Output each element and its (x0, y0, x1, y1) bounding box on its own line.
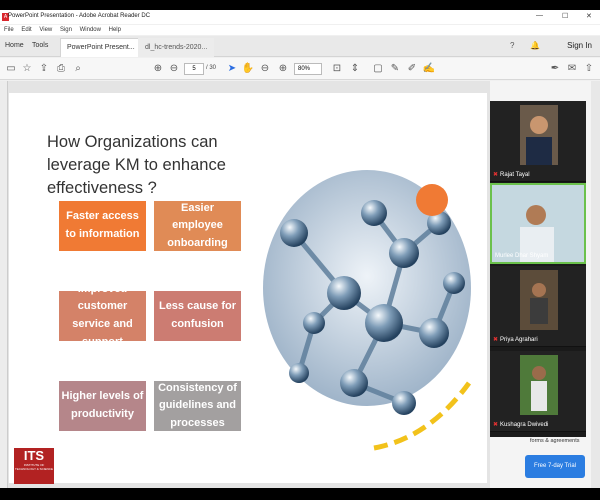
page-total: / 30 (206, 65, 217, 71)
benefit-box-6: Consistency of guidelines and processes (154, 381, 241, 431)
create-pdf-icon[interactable]: ▭ (4, 62, 18, 76)
participant-video (520, 270, 558, 330)
draw-icon[interactable]: ✐ (405, 62, 419, 76)
scroll-mode-icon[interactable]: ⇕ (348, 62, 362, 76)
zoom-level-select[interactable]: 80% (294, 63, 322, 75)
benefit-box-1: Faster access to information (59, 201, 146, 251)
institute-logo: ITS INSTITUTE OF TECHNOLOGY & SCIENCE (14, 448, 54, 484)
slide-page: How Organizations can leverage KM to enh… (9, 93, 487, 484)
bookmark-star-icon[interactable]: ☆ (20, 62, 34, 76)
participant-video (492, 185, 584, 262)
slide-title: How Organizations can leverage KM to enh… (47, 133, 226, 197)
select-cursor-icon[interactable]: ➤ (225, 62, 239, 76)
menu-bar: File Edit View Sign Window Help (0, 25, 600, 35)
search-icon[interactable]: ⌕ (71, 62, 85, 76)
minimize-button[interactable]: — (536, 12, 543, 19)
benefit-box-2: Easier employee onboarding (154, 201, 241, 251)
participant-video (520, 355, 558, 415)
document-area: How Organizations can leverage KM to enh… (0, 81, 600, 488)
next-page-icon[interactable]: ⊖ (167, 62, 181, 76)
tab-tools[interactable]: Tools (32, 42, 48, 49)
tab-document-label: dl_hc-trends-2020... (145, 44, 208, 51)
highlight-pen-icon[interactable]: ✎ (388, 62, 402, 76)
vertical-scrollbar[interactable] (591, 81, 600, 488)
participant-name: Kushagra Dwivedi (500, 422, 549, 428)
menu-view[interactable]: View (39, 25, 52, 35)
participant-tile-active-speaker[interactable]: Murlee Dhar Shyam (490, 183, 586, 264)
bottom-black-bar (0, 488, 600, 500)
menu-file[interactable]: File (4, 25, 14, 35)
benefit-box-3: Improved customer service and support (59, 283, 146, 348)
main-toolbar: ▭ ☆ ⇪ ⎙ ⌕ ⊕ ⊖ 5 / 30 ➤ ✋ ⊖ ⊕ 80% ⊡ ⇕ ▢ ✎… (0, 58, 600, 80)
mic-muted-icon: ✖ (493, 422, 499, 428)
left-nav-strip[interactable] (0, 81, 8, 488)
participant-name: Priya Agrahari (500, 337, 538, 343)
window-title: PowerPoint Presentation - Adobe Acrobat … (8, 13, 151, 19)
tab-document-inactive[interactable]: dl_hc-trends-2020... (138, 38, 215, 57)
mic-muted-icon: ✖ (493, 172, 499, 178)
email-icon[interactable]: ✉ (565, 62, 579, 76)
hand-tool-icon[interactable]: ✋ (241, 62, 255, 76)
title-bar: A PowerPoint Presentation - Adobe Acroba… (0, 10, 600, 24)
logo-mark: ITS (23, 448, 45, 463)
menu-help[interactable]: Help (109, 25, 121, 35)
previous-page-icon[interactable]: ⊕ (151, 62, 165, 76)
benefit-box-5: Higher levels of productivity (59, 381, 146, 431)
panel-forms-text: forms & agreements (530, 438, 580, 444)
stamp-icon[interactable]: ✍ (422, 62, 436, 76)
participant-tile[interactable]: ✖ Kushagra Dwivedi (490, 351, 586, 432)
zoom-in-icon[interactable]: ⊕ (276, 62, 290, 76)
molecule-illustration (263, 170, 472, 451)
menu-edit[interactable]: Edit (21, 25, 31, 35)
tab-home[interactable]: Home (5, 42, 24, 49)
menu-sign[interactable]: Sign (60, 25, 72, 35)
participant-name: Rajat Tayal (500, 172, 530, 178)
participant-video (520, 105, 558, 165)
help-icon[interactable]: ? (510, 41, 514, 50)
notifications-bell-icon[interactable]: 🔔 (530, 41, 540, 50)
benefit-box-4: Less cause for confusion (154, 291, 241, 341)
comment-icon[interactable]: ▢ (371, 62, 385, 76)
participant-tile[interactable]: ✖ Priya Agrahari (490, 266, 586, 347)
tab-document-label: PowerPoint Present... (67, 44, 135, 51)
upload-icon[interactable]: ⇪ (37, 62, 51, 76)
zoom-out-icon[interactable]: ⊖ (258, 62, 272, 76)
fill-sign-icon[interactable]: ✒ (548, 62, 562, 76)
tab-bar: Home Tools PowerPoint Present...× dl_hc-… (0, 36, 600, 57)
close-window-button[interactable]: ✕ (586, 12, 592, 20)
video-call-panel: ✖ Rajat Tayal Murlee Dhar Shyam ✖ Priya Ag… (490, 101, 586, 437)
maximize-button[interactable]: ☐ (562, 12, 568, 20)
mic-muted-icon: ✖ (493, 337, 499, 343)
participant-tile[interactable]: ✖ Rajat Tayal (490, 101, 586, 182)
share-icon[interactable]: ⇧ (582, 62, 596, 76)
sign-in-button[interactable]: Sign In (567, 41, 592, 50)
fit-page-icon[interactable]: ⊡ (330, 62, 344, 76)
logo-subtitle: INSTITUTE OF TECHNOLOGY & SCIENCE (15, 463, 53, 471)
orange-accent-circle (416, 184, 448, 216)
free-trial-button[interactable]: Free 7-day Trial (525, 455, 585, 478)
menu-window[interactable]: Window (80, 25, 101, 35)
participant-name: Murlee Dhar Shyam (495, 253, 549, 259)
acrobat-window: A PowerPoint Presentation - Adobe Acroba… (0, 10, 600, 488)
print-icon[interactable]: ⎙ (54, 62, 68, 76)
page-number-input[interactable]: 5 (184, 63, 204, 75)
